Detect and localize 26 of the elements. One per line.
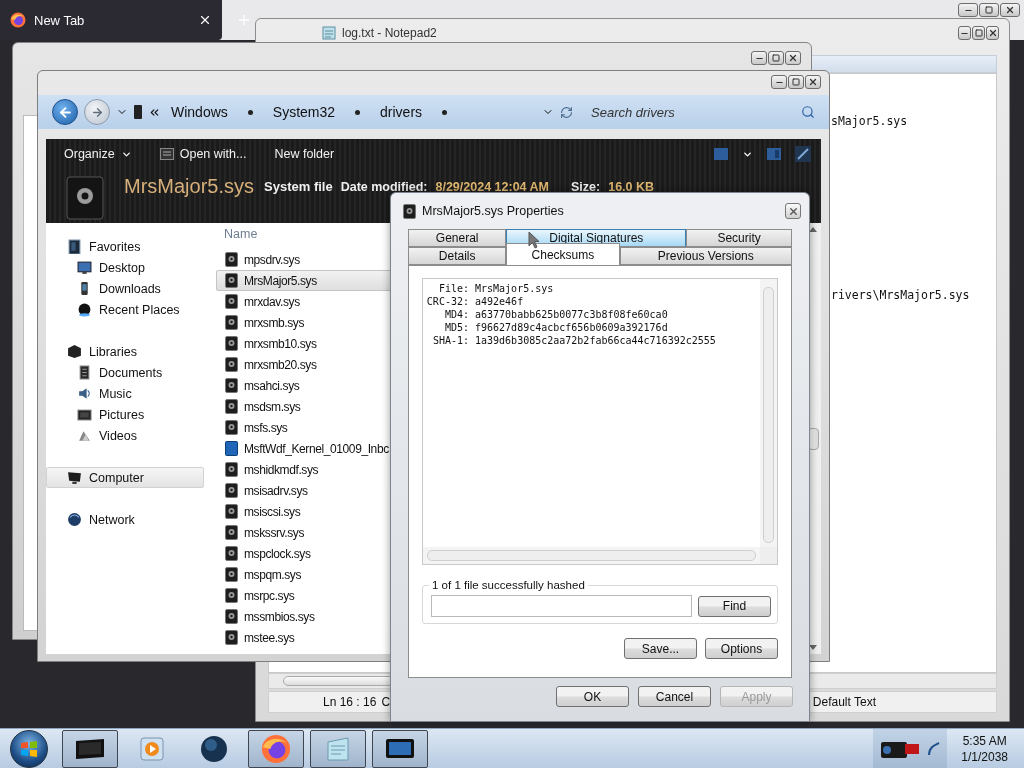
scheme-name: Default Text — [812, 695, 876, 709]
text-line: sMajor5.sys — [831, 114, 909, 128]
group-label: 1 of 1 file successfully hashed — [431, 579, 586, 591]
file-name: MrsMajor5.sys — [124, 175, 254, 197]
hash-label: MD4: — [443, 308, 469, 321]
detail-value: 16.0 KB — [608, 179, 655, 196]
hash-label: File: — [437, 282, 469, 295]
hash-label: MD5: — [443, 321, 469, 334]
text-line: rivers\MrsMajor5.sys — [831, 288, 971, 302]
detail-label: Date modified: — [340, 179, 428, 196]
hash-value: a63770babb625b0077c3b8f08fe60ca0 — [475, 308, 669, 321]
clock-time: 5:35 AM — [962, 732, 1007, 749]
file-type: System file — [264, 178, 333, 196]
detail-value: 8/29/2024 12:04 AM — [435, 179, 549, 196]
window-title: log.txt - Notepad2 — [342, 26, 438, 40]
cursor-position: Ln 16 : 16 — [323, 695, 377, 709]
hash-label: CRC-32: — [425, 295, 469, 308]
status-text: C — [381, 695, 391, 709]
detail-label: Size: — [571, 179, 601, 196]
clock-date: 1/1/2038 — [961, 748, 1008, 765]
hash-value: MrsMajor5.sys — [475, 282, 555, 295]
hash-label: SHA-1: — [431, 334, 469, 347]
dialog-title: MrsMajor5.sys Properties — [422, 204, 565, 218]
hash-value: 1a39d6b3085c2aa72b2fab66ca44c716392c2555 — [475, 334, 717, 347]
hash-value: a492e46f — [475, 295, 525, 308]
hash-value: f96627d89c4acbcf656b0609a392176d — [475, 321, 669, 334]
